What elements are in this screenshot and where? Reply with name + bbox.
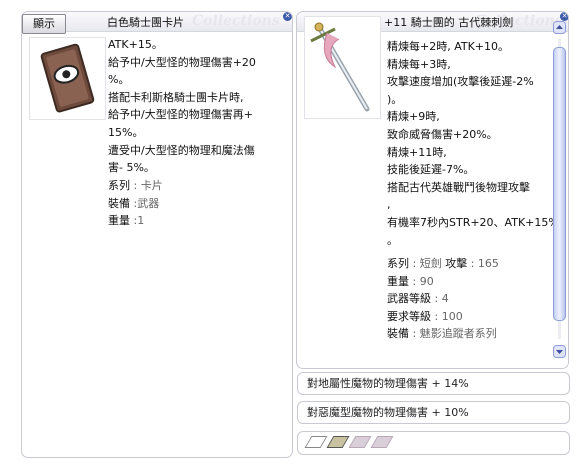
description-line: 搭配古代英雄戰鬥後物理攻擊 bbox=[387, 180, 530, 194]
weapon-title: +11 騎士團的 古代棘刺劍 bbox=[384, 16, 514, 29]
description-line: 搭配卡利斯格騎士團卡片時, bbox=[108, 90, 244, 104]
description-line: ATK+15。 bbox=[108, 38, 163, 51]
empty-slot-icon[interactable] bbox=[304, 436, 328, 448]
property-value: 100 bbox=[441, 309, 463, 323]
property-separator: : bbox=[467, 257, 478, 270]
weapon-scrollbar[interactable] bbox=[553, 21, 566, 358]
property-row: 系列 : 卡片 bbox=[108, 177, 163, 195]
description-line: 有機率7秒內STR+20、ATK+15% bbox=[387, 215, 559, 229]
weapon-description: 精煉每+2時, ATK+10。 精煉每+3時, 攻擊速度增加(攻擊後延遲-2% )。精… bbox=[387, 38, 559, 249]
property-label: 系列 bbox=[108, 179, 130, 192]
option-text: 對惡魔型魔物的物理傷害 + 10% bbox=[307, 406, 469, 419]
property-value: 魅影追蹤者系列 bbox=[419, 327, 497, 341]
property-value: 165 bbox=[477, 257, 499, 270]
description-line: 。 bbox=[387, 233, 398, 247]
property-row: 裝備 : 魅影追蹤者系列 bbox=[387, 325, 499, 343]
property-value: 武器 bbox=[137, 196, 160, 210]
sword-icon bbox=[310, 22, 370, 112]
option-text: 對地屬性魔物的物理傷害 + 14% bbox=[307, 377, 469, 390]
property-row: 系列 : 短劍 攻擊 : 165 bbox=[387, 255, 499, 273]
description-line: , bbox=[387, 198, 391, 212]
scroll-thumb[interactable] bbox=[553, 47, 566, 321]
card-slots bbox=[297, 431, 570, 455]
description-line: %。 bbox=[108, 73, 130, 87]
option-row: 對地屬性魔物的物理傷害 + 14% bbox=[297, 372, 570, 395]
property-row: 裝備 :武器 bbox=[108, 195, 163, 213]
card-slot-icon[interactable] bbox=[326, 436, 350, 448]
empty-slot-icon[interactable] bbox=[348, 436, 372, 448]
property-label: 系列 bbox=[387, 257, 409, 270]
property-separator: : bbox=[409, 327, 420, 341]
card-description: ATK+15。給予中/大型怪的物理傷害+20 %。搭配卡利斯格騎士團卡片時, 給予中… bbox=[108, 36, 256, 177]
property-row: 要求等級 : 100 bbox=[387, 308, 499, 326]
property-value: 1 bbox=[137, 214, 145, 228]
description-line: 遭受中/大型怪的物理和魔法傷 bbox=[108, 143, 255, 157]
description-line: 攻擊速度增加(攻擊後延遲-2% bbox=[387, 75, 534, 89]
property-label: 重量 bbox=[108, 214, 130, 228]
property-row: 重量 :1 bbox=[108, 212, 163, 230]
weapon-image bbox=[304, 16, 381, 119]
property-separator: : bbox=[409, 257, 420, 270]
property-value: 90 bbox=[419, 274, 434, 288]
property-label: 攻擊 bbox=[441, 257, 468, 270]
property-separator: : bbox=[431, 292, 442, 306]
description-line: 精煉+11時, bbox=[387, 145, 447, 159]
card-panel-watermark: Collections bbox=[192, 13, 280, 29]
card-image bbox=[29, 37, 106, 120]
property-label: 武器等級 bbox=[387, 292, 431, 306]
scroll-up-icon[interactable] bbox=[553, 21, 566, 34]
description-line: 致命威脅傷害+20%。 bbox=[387, 127, 498, 141]
description-line: 15%。 bbox=[108, 125, 144, 139]
property-value: 卡片 bbox=[140, 179, 163, 192]
close-icon[interactable]: ✕ bbox=[560, 12, 568, 21]
card-art-icon bbox=[40, 43, 95, 113]
property-value: 短劍 bbox=[419, 257, 442, 270]
description-line: 給予中/大型怪的物理傷害再+ bbox=[108, 108, 253, 122]
property-label: 裝備 bbox=[387, 327, 409, 341]
property-separator: : bbox=[409, 274, 420, 288]
display-button[interactable]: 顯示 bbox=[22, 14, 66, 34]
property-label: 裝備 bbox=[108, 196, 130, 210]
property-row: 武器等級 : 4 bbox=[387, 290, 499, 308]
property-label: 要求等級 bbox=[387, 309, 431, 323]
property-value: 4 bbox=[441, 292, 449, 306]
card-title: 白色騎士團卡片 bbox=[107, 16, 184, 29]
description-line: 精煉+9時, bbox=[387, 110, 440, 124]
description-line: 精煉每+3時, bbox=[387, 57, 451, 71]
empty-slot-icon[interactable] bbox=[370, 436, 394, 448]
description-line: )。 bbox=[387, 92, 403, 106]
property-separator: : bbox=[130, 179, 141, 192]
description-line: 精煉每+2時, ATK+10。 bbox=[387, 40, 510, 53]
close-icon[interactable]: ✕ bbox=[283, 12, 292, 21]
description-line: 害- 5%。 bbox=[108, 161, 155, 175]
card-properties: 系列 : 卡片 裝備 :武器 重量 :1 bbox=[108, 177, 163, 230]
property-row: 重量 : 90 bbox=[387, 273, 499, 291]
property-label: 重量 bbox=[387, 274, 409, 288]
property-separator: : bbox=[431, 309, 442, 323]
description-line: 給予中/大型怪的物理傷害+20 bbox=[108, 55, 256, 69]
description-line: 技能後延遲-7%。 bbox=[387, 163, 475, 177]
weapon-properties: 系列 : 短劍 攻擊 : 165 重量 : 90 武器等級 : 4 要求等級 : 10… bbox=[387, 255, 499, 343]
option-row: 對惡魔型魔物的物理傷害 + 10% bbox=[297, 401, 570, 424]
scroll-down-icon[interactable] bbox=[553, 345, 566, 358]
